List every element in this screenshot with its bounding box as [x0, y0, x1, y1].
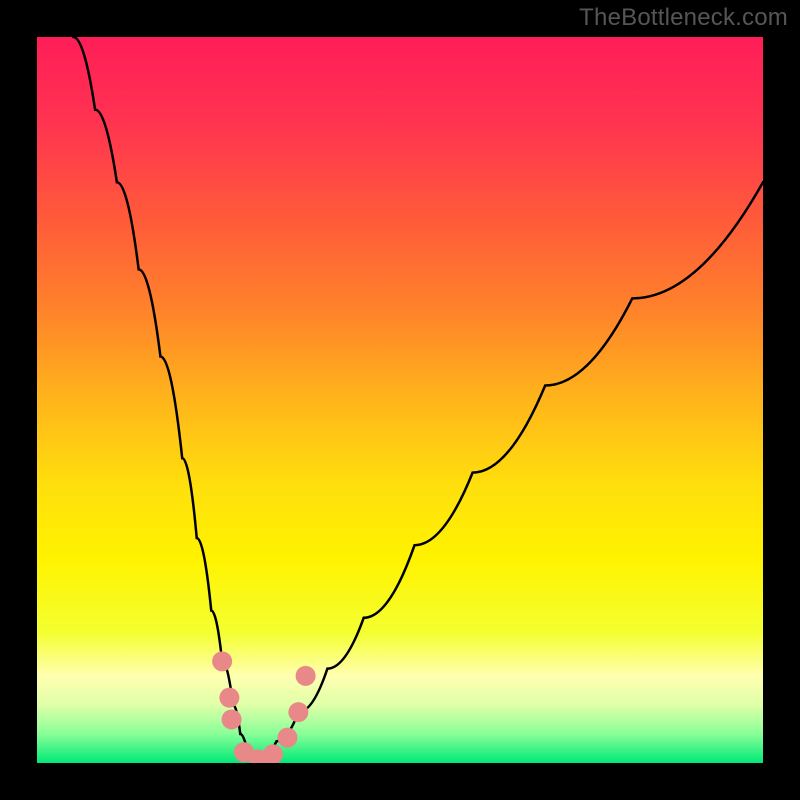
data-marker [222, 709, 242, 729]
data-marker [219, 688, 239, 708]
data-marker [296, 666, 316, 686]
plot-area [37, 37, 763, 763]
attribution-text: TheBottleneck.com [579, 4, 788, 32]
plot-svg [37, 37, 763, 763]
chart-frame [0, 0, 800, 800]
data-marker [212, 651, 232, 671]
data-marker [277, 728, 297, 748]
plot-background [37, 37, 763, 763]
data-marker [288, 702, 308, 722]
